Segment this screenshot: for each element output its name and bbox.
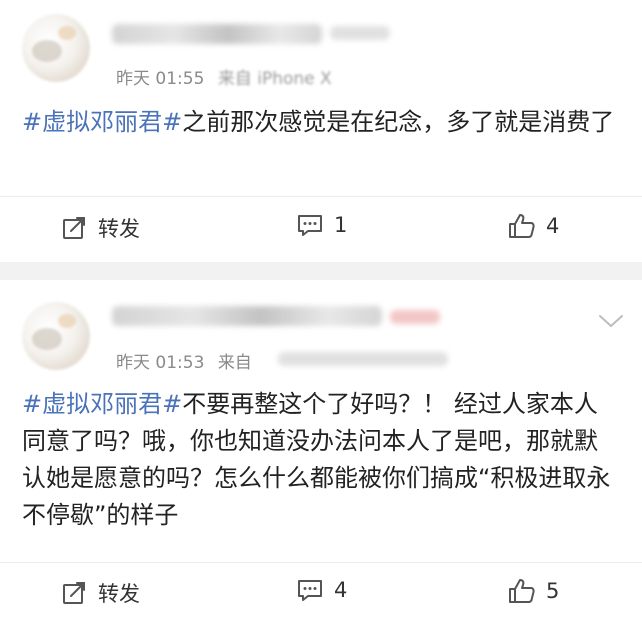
- thumbs-up-icon: [509, 214, 535, 238]
- avatar-blur: [32, 328, 62, 350]
- hashtag-link[interactable]: #虚拟邓丽君#: [22, 108, 182, 136]
- post-text: 之前那次感觉是在纪念，多了就是消费了: [182, 108, 615, 136]
- username-blurred[interactable]: [112, 24, 322, 44]
- post-content: #虚拟邓丽君#之前那次感觉是在纪念，多了就是消费了: [22, 104, 620, 141]
- post-time: 昨天 01:55: [116, 69, 205, 89]
- like-count: 4: [546, 214, 560, 238]
- hashtag-link[interactable]: #虚拟邓丽君#: [22, 390, 182, 418]
- post-meta: 昨天 01:55 来自 iPhone X: [116, 64, 332, 89]
- like-button[interactable]: 4: [508, 213, 559, 239]
- forward-icon: [63, 582, 85, 604]
- avatar[interactable]: [22, 302, 90, 370]
- divider: [0, 196, 642, 197]
- post-meta: 昨天 01:53 来自: [116, 348, 252, 373]
- avatar-blur-accent: [58, 314, 76, 328]
- avatar[interactable]: [22, 14, 90, 82]
- post-content: #虚拟邓丽君#不要再整这个了好吗？！ 经过人家本人同意了吗？哦，你也知道没办法问…: [22, 386, 620, 534]
- username-blurred-tail: [330, 26, 390, 40]
- comment-icon: [298, 215, 322, 236]
- comment-icon: [298, 580, 322, 601]
- forward-label: 转发: [98, 217, 140, 241]
- post-source-blurred: [278, 352, 448, 366]
- divider: [0, 562, 642, 563]
- post-source: 来自 iPhone X: [217, 69, 332, 89]
- comment-count: 4: [334, 578, 348, 602]
- weibo-post[interactable]: 昨天 01:55 来自 iPhone X #虚拟邓丽君#之前那次感觉是在纪念，多…: [0, 0, 642, 262]
- avatar-blur-accent: [58, 26, 76, 40]
- username-blurred[interactable]: [112, 306, 382, 326]
- post-source: 来自: [217, 353, 252, 373]
- post-separator: [0, 262, 642, 280]
- username-blurred-tail: [390, 310, 440, 324]
- forward-button[interactable]: 转发: [62, 578, 140, 608]
- like-button[interactable]: 5: [508, 578, 559, 604]
- like-count: 5: [546, 579, 560, 603]
- forward-button[interactable]: 转发: [62, 213, 140, 243]
- forward-icon: [63, 217, 85, 239]
- comment-button[interactable]: 4: [296, 578, 347, 602]
- post-time: 昨天 01:53: [116, 353, 205, 373]
- comment-count: 1: [334, 213, 348, 237]
- forward-label: 转发: [98, 582, 140, 606]
- avatar-blur: [32, 40, 62, 62]
- comment-button[interactable]: 1: [296, 213, 347, 237]
- chevron-down-icon[interactable]: [598, 314, 624, 328]
- thumbs-up-icon: [509, 579, 535, 603]
- weibo-post[interactable]: 昨天 01:53 来自 #虚拟邓丽君#不要再整这个了好吗？！ 经过人家本人同意了…: [0, 280, 642, 640]
